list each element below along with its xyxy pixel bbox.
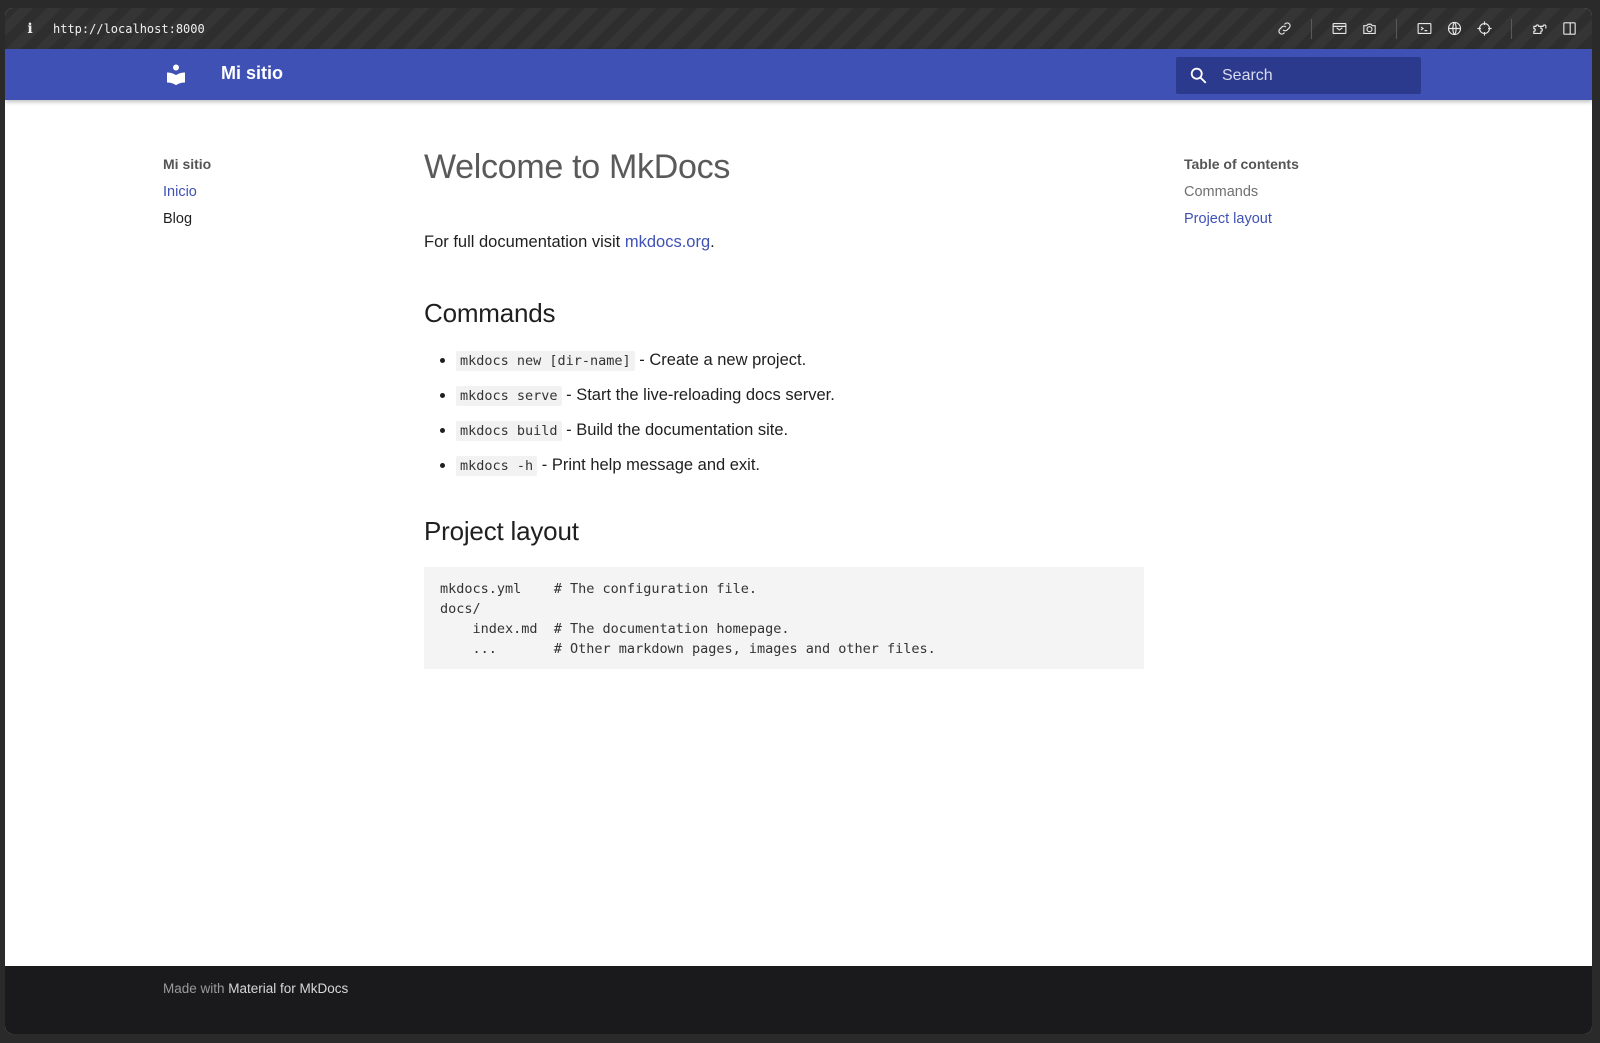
footer-credit: Made with Material for MkDocs [163,981,348,996]
primary-navigation: Mi sitio Inicio Blog [163,156,363,238]
terminal-icon[interactable] [1413,18,1435,40]
search-icon [1190,67,1207,84]
search-input[interactable] [1222,66,1402,85]
material-for-mkdocs-link[interactable]: Material for MkDocs [228,981,348,996]
sidebar-icon[interactable] [1558,18,1580,40]
browser-tools [1269,8,1584,49]
mkdocs-org-link[interactable]: mkdocs.org [625,233,710,251]
browser-window: i http://localhost:8000 Mi sitio Search … [5,8,1592,1034]
list-item: mkdocs new [dir-name] - Create a new pro… [440,349,1144,371]
main-content: Welcome to MkDocs For full documentation… [424,148,1144,669]
footer-prefix: Made with [163,981,229,996]
toc-item-project-layout[interactable]: Project layout [1184,211,1404,227]
nav-item-blog[interactable]: Blog [163,211,363,227]
inline-code: mkdocs serve [456,386,562,406]
browser-toolbar: i http://localhost:8000 [5,8,1592,49]
crosshair-icon[interactable] [1473,18,1495,40]
commands-list: mkdocs new [dir-name] - Create a new pro… [440,349,1144,476]
book-logo-icon[interactable] [164,62,188,86]
list-item: mkdocs build - Build the documentation s… [440,419,1144,441]
nav-title: Mi sitio [163,156,212,172]
camera-icon[interactable] [1358,18,1380,40]
project-layout-heading: Project layout [424,516,579,546]
link-icon[interactable] [1273,18,1295,40]
inline-code: mkdocs -h [456,456,538,476]
command-description: - Build the documentation site. [561,421,789,439]
globe-icon[interactable] [1443,18,1465,40]
toolbar-divider [1311,18,1312,39]
site-footer: Made with Material for MkDocs [5,966,1592,1034]
intro-paragraph: For full documentation visit mkdocs.org. [424,233,1144,252]
extensions-icon[interactable] [1528,18,1550,40]
inline-code: mkdocs new [dir-name] [456,351,635,371]
list-item: mkdocs serve - Start the live-reloading … [440,384,1144,406]
intro-suffix: . [710,233,715,251]
info-icon[interactable]: i [19,21,41,37]
command-description: - Create a new project. [634,351,807,369]
nav-item-inicio[interactable]: Inicio [163,184,363,200]
toolbar-divider [1396,18,1397,39]
site-header: Mi sitio [5,49,1592,100]
inline-code: mkdocs build [456,421,562,441]
command-description: - Print help message and exit. [537,456,761,474]
address-bar[interactable]: http://localhost:8000 [53,22,205,36]
commands-heading: Commands [424,298,556,328]
list-item: mkdocs -h - Print help message and exit. [440,454,1144,476]
reader-icon[interactable] [1328,18,1350,40]
search-box[interactable] [1176,57,1421,94]
code-block: mkdocs.yml # The configuration file. doc… [424,567,1144,669]
toc-title: Table of contents [1184,156,1299,172]
page-title: Welcome to MkDocs [424,148,731,186]
toc-item-commands[interactable]: Commands [1184,184,1404,200]
intro-text: For full documentation visit [424,233,625,251]
site-title[interactable]: Mi sitio [221,63,283,84]
toolbar-divider [1511,18,1512,39]
command-description: - Start the live-reloading docs server. [561,386,835,404]
table-of-contents: Table of contents Commands Project layou… [1184,156,1404,238]
